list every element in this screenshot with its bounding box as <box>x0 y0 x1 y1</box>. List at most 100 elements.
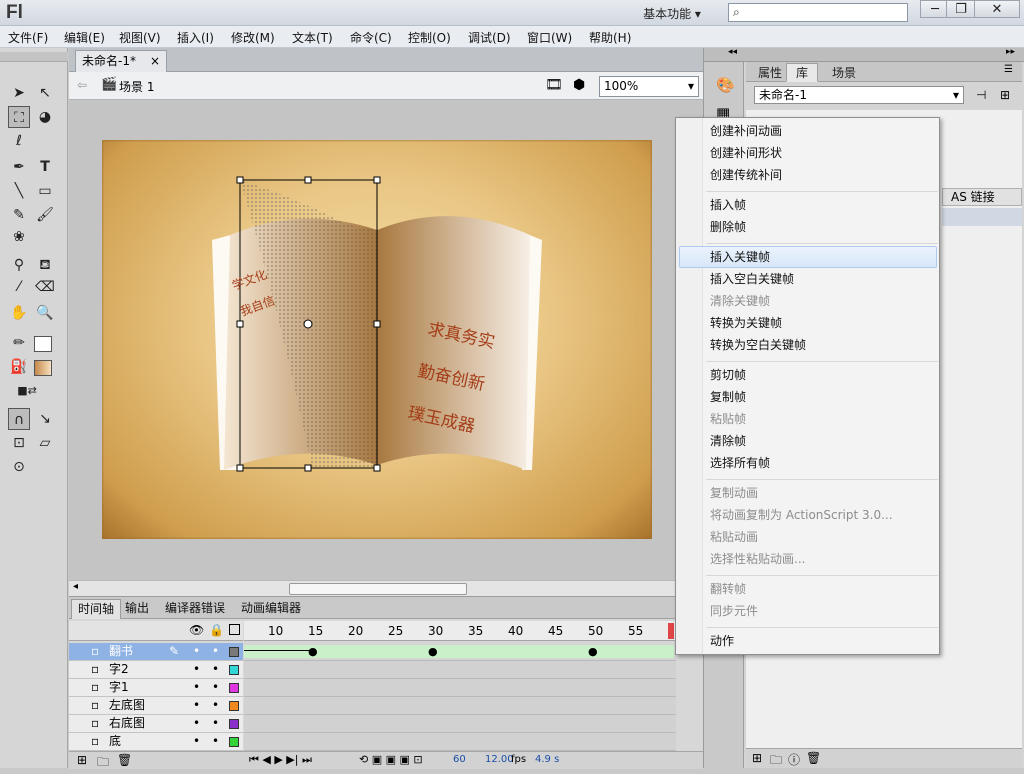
layer-color-swatch[interactable] <box>229 665 239 675</box>
lock-dot[interactable]: • <box>212 697 219 714</box>
frame-row[interactable] <box>244 679 676 697</box>
layer-row[interactable]: ▫ 底 • • <box>69 733 243 751</box>
tab-compiler-errors[interactable]: 编译器错误 <box>159 599 231 619</box>
new-library-icon[interactable]: ⊞ <box>1000 88 1010 102</box>
menu-item-create-classic-tween[interactable]: 创建传统补间 <box>710 164 782 186</box>
workspace-switcher[interactable]: 基本功能 ▾ <box>632 3 712 23</box>
layer-row[interactable]: ▫ 左底图 • • <box>69 697 243 715</box>
visibility-dot[interactable]: • <box>193 679 200 696</box>
menu-item-select-all-frames[interactable]: 选择所有帧 <box>710 452 770 474</box>
swap-colors-icon[interactable]: ■⇄ <box>16 380 38 402</box>
document-tab-close-icon[interactable]: × <box>150 51 160 71</box>
menu-window[interactable]: 窗口(W) <box>527 29 572 46</box>
library-document-select[interactable]: 未命名-1 ▾ <box>754 86 964 104</box>
layer-row[interactable]: ▫ 右底图 • • <box>69 715 243 733</box>
paint-bucket-tool-icon[interactable]: ⛾ <box>34 254 56 276</box>
properties-icon[interactable]: ⓘ <box>788 751 800 768</box>
stroke-color-swatch[interactable] <box>34 336 52 352</box>
menu-item-copy-frames[interactable]: 复制帧 <box>710 386 746 408</box>
straighten-icon[interactable]: ⊡ <box>8 432 30 454</box>
visibility-dot[interactable]: • <box>193 733 200 750</box>
menu-modify[interactable]: 修改(M) <box>231 29 275 46</box>
lock-dot[interactable]: • <box>212 715 219 732</box>
fill-color-swatch[interactable] <box>34 360 52 376</box>
layer-row[interactable]: ▫ 翻书 ✎ • • <box>69 643 243 661</box>
onion-skin-icons[interactable]: ⟲ ▣ ▣ ▣ ⊡ <box>359 753 423 766</box>
layer-color-swatch[interactable] <box>229 647 239 657</box>
new-symbol-icon[interactable]: ⊞ <box>752 751 762 765</box>
layer-color-swatch[interactable] <box>229 683 239 693</box>
menu-help[interactable]: 帮助(H) <box>589 29 631 46</box>
fill-color-icon[interactable]: ⛽ <box>8 356 30 378</box>
eraser-tool-icon[interactable]: ⌫ <box>34 276 56 298</box>
menu-item-insert-frame[interactable]: 插入帧 <box>710 194 746 216</box>
color-palette-icon[interactable]: 🎨 <box>716 76 735 94</box>
visibility-dot[interactable]: • <box>193 697 200 714</box>
tab-motion-editor[interactable]: 动画编辑器 <box>235 599 307 619</box>
lock-dot[interactable]: • <box>212 661 219 678</box>
layer-color-swatch[interactable] <box>229 701 239 711</box>
smooth-icon[interactable]: ↘ <box>34 408 56 430</box>
3d-rotation-tool-icon[interactable]: ◕ <box>34 106 56 128</box>
new-folder-icon[interactable]: 🗀 <box>97 753 109 774</box>
menu-item-insert-blank-keyframe[interactable]: 插入空白关键帧 <box>710 268 794 290</box>
edit-scene-icon[interactable]: 🎞 <box>545 77 563 93</box>
tab-library[interactable]: 库 <box>786 63 819 82</box>
frame-row[interactable] <box>244 715 676 733</box>
line-tool-icon[interactable]: ╲ <box>8 180 30 202</box>
lock-dot[interactable]: • <box>212 733 219 750</box>
hand-tool-icon[interactable]: ✋ <box>8 302 30 324</box>
menu-item-actions[interactable]: 动作 <box>710 630 734 652</box>
new-layer-icon[interactable]: ⊞ <box>77 753 87 767</box>
menu-item-convert-to-keyframes[interactable]: 转换为关键帧 <box>710 312 782 334</box>
layer-color-swatch[interactable] <box>229 719 239 729</box>
scale-icon[interactable]: ⊙ <box>8 456 30 478</box>
back-arrow-icon[interactable]: ⇦ <box>77 78 87 92</box>
delete-layer-icon[interactable]: 🗑 <box>117 753 132 767</box>
stage-canvas[interactable]: 学文化 我自信 求真务实 勤奋创新 璞玉成器 <box>102 140 652 539</box>
delete-icon[interactable]: 🗑 <box>806 751 821 765</box>
visibility-dot[interactable]: • <box>193 715 200 732</box>
frame-row[interactable] <box>244 733 676 751</box>
text-tool-icon[interactable]: T <box>34 156 56 178</box>
library-row[interactable] <box>942 208 1022 226</box>
maximize-button[interactable]: ❐ <box>946 0 976 18</box>
snap-magnet-icon[interactable]: ∩ <box>8 408 30 430</box>
stage-horizontal-scrollbar[interactable]: ◂ <box>69 580 675 596</box>
tab-timeline[interactable]: 时间轴 <box>71 599 122 619</box>
subselection-tool-icon[interactable]: ↖ <box>34 82 56 104</box>
deco-tool-icon[interactable]: ❀ <box>8 226 30 248</box>
menu-insert[interactable]: 插入(I) <box>177 29 214 46</box>
stroke-color-icon[interactable]: ✏ <box>8 332 30 354</box>
playhead[interactable] <box>668 623 674 639</box>
edit-symbols-icon[interactable]: ⬢ <box>573 77 585 93</box>
frame-row[interactable] <box>244 661 676 679</box>
zoom-tool-icon[interactable]: 🔍 <box>34 302 56 324</box>
lock-dot[interactable]: • <box>212 643 219 660</box>
eyedropper-tool-icon[interactable]: ⁄ <box>8 276 30 298</box>
layer-row[interactable]: ▫ 字2 • • <box>69 661 243 679</box>
free-transform-tool-icon[interactable]: ⛶ <box>8 106 30 128</box>
selection-tool-icon[interactable]: ➤ <box>8 82 30 104</box>
lock-dot[interactable]: • <box>212 679 219 696</box>
pen-tool-icon[interactable]: ✒ <box>8 156 30 178</box>
frame-rate[interactable]: 12.00 <box>485 754 514 765</box>
search-input[interactable]: ⌕ <box>728 3 908 22</box>
tab-output[interactable]: 输出 <box>119 599 155 619</box>
menu-view[interactable]: 视图(V) <box>119 29 161 46</box>
layer-color-swatch[interactable] <box>229 737 239 747</box>
panel-menu-icon[interactable]: ☰ <box>1004 64 1013 75</box>
rectangle-tool-icon[interactable]: ▭ <box>34 180 56 202</box>
layer-row[interactable]: ▫ 字1 • • <box>69 679 243 697</box>
keyframe-dot[interactable]: ● <box>588 645 598 658</box>
pin-icon[interactable]: ⊣ <box>976 88 986 102</box>
menu-edit[interactable]: 编辑(E) <box>64 29 105 46</box>
new-folder-icon[interactable]: 🗀 <box>770 751 782 772</box>
menu-item-cut-frames[interactable]: 剪切帧 <box>710 364 746 386</box>
skew-icon[interactable]: ▱ <box>34 432 56 454</box>
menu-item-create-shape-tween[interactable]: 创建补间形状 <box>710 142 782 164</box>
menu-item-remove-frames[interactable]: 删除帧 <box>710 216 746 238</box>
menu-item-clear-frames[interactable]: 清除帧 <box>710 430 746 452</box>
document-tab[interactable]: 未命名-1* × <box>75 50 167 72</box>
current-frame[interactable]: 60 <box>453 754 466 765</box>
